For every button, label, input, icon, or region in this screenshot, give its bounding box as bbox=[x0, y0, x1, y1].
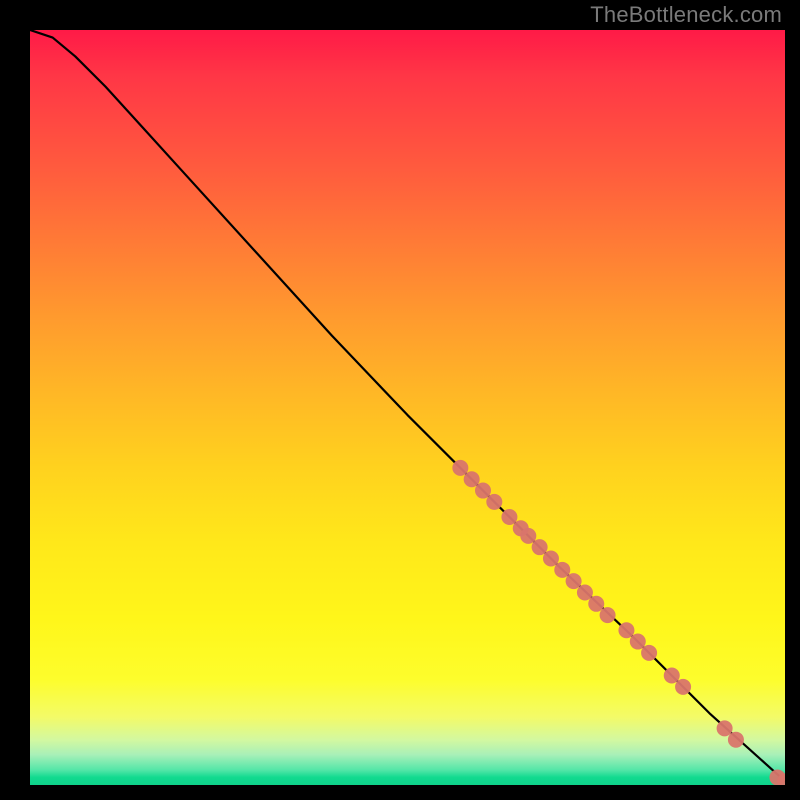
data-point bbox=[486, 494, 502, 510]
data-point bbox=[630, 634, 646, 650]
data-point bbox=[520, 528, 536, 544]
data-point bbox=[717, 720, 733, 736]
attribution-label: TheBottleneck.com bbox=[590, 2, 782, 28]
data-point bbox=[452, 460, 468, 476]
data-point bbox=[543, 551, 559, 567]
plot-area bbox=[30, 30, 785, 785]
data-point bbox=[554, 562, 570, 578]
data-point bbox=[532, 539, 548, 555]
data-point bbox=[728, 732, 744, 748]
chart-frame: TheBottleneck.com bbox=[0, 0, 800, 800]
data-point bbox=[577, 584, 593, 600]
data-point bbox=[618, 622, 634, 638]
data-point bbox=[641, 645, 657, 661]
data-point bbox=[566, 573, 582, 589]
data-point bbox=[475, 483, 491, 499]
data-point bbox=[588, 596, 604, 612]
data-point bbox=[664, 668, 680, 684]
data-point bbox=[464, 471, 480, 487]
chart-svg bbox=[30, 30, 785, 785]
data-point bbox=[501, 509, 517, 525]
data-point bbox=[600, 607, 616, 623]
data-point bbox=[675, 679, 691, 695]
